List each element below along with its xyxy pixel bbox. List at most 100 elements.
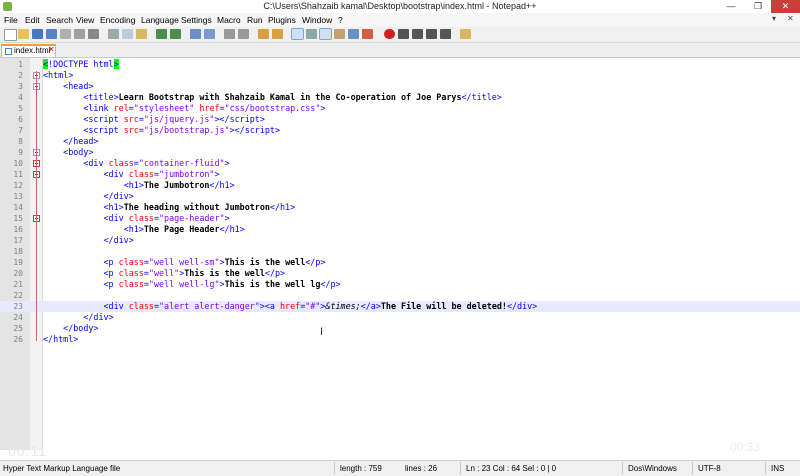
line-number: 14	[13, 203, 23, 212]
doc-close-icon[interactable]: ✕	[787, 14, 794, 23]
code-text: </html>	[43, 334, 79, 344]
code-text: </div>	[83, 312, 114, 322]
code-line[interactable]: 11 <div class="jumbotron">	[0, 169, 800, 180]
code-line[interactable]: 9 <body>	[0, 147, 800, 158]
code-line[interactable]: 24 </div>	[0, 312, 800, 323]
code-line[interactable]: 10 <div class="container-fluid">	[0, 158, 800, 169]
copy-icon[interactable]	[122, 29, 133, 39]
menu-file[interactable]: File	[4, 15, 18, 25]
close-all-icon[interactable]	[74, 29, 85, 39]
zoom-in-icon[interactable]	[224, 29, 235, 39]
line-number: 13	[13, 192, 23, 201]
code-text: <h1>The heading without Jumbotron</h1>	[103, 202, 296, 212]
code-line[interactable]: 5 <link rel="stylesheet" href="css/boots…	[0, 103, 800, 114]
user-language-icon[interactable]	[334, 29, 345, 39]
code-line[interactable]: 3 <head>	[0, 81, 800, 92]
save-all-icon[interactable]	[46, 29, 57, 39]
status-encoding: UTF-8	[698, 464, 721, 473]
code-line[interactable]: 17 </div>	[0, 235, 800, 246]
play-macro-icon[interactable]	[412, 29, 423, 39]
tab-close-icon[interactable]: ✕	[48, 45, 55, 54]
status-length: length : 759	[340, 464, 382, 473]
function-list-icon[interactable]	[362, 29, 373, 39]
line-number: 19	[13, 258, 23, 267]
indent-guide-icon[interactable]	[319, 28, 332, 40]
minimize-button[interactable]: —	[718, 0, 744, 13]
menu-macro[interactable]: Macro	[217, 15, 241, 25]
plugin-icon[interactable]	[460, 29, 471, 39]
code-text: <head>	[63, 81, 94, 91]
code-line[interactable]: 6 <script src="js/jquery.js"></script>	[0, 114, 800, 125]
toolbar	[0, 27, 800, 43]
line-number: 18	[13, 247, 23, 256]
code-text: <body>	[63, 147, 94, 157]
redo-icon[interactable]	[170, 29, 181, 39]
code-line[interactable]: 22	[0, 290, 800, 301]
play-multiple-icon[interactable]	[426, 29, 437, 39]
line-number: 5	[18, 104, 23, 113]
window-title: C:\Users\Shahzaib kamal\Desktop\bootstra…	[263, 1, 537, 11]
code-line[interactable]: 14 <h1>The heading without Jumbotron</h1…	[0, 202, 800, 213]
undo-icon[interactable]	[156, 29, 167, 39]
record-macro-icon[interactable]	[384, 29, 395, 39]
menu-plugins[interactable]: Plugins	[268, 15, 296, 25]
code-text: <p class="well well-sm">This is the well…	[103, 257, 326, 267]
menu-window[interactable]: Window	[302, 15, 332, 25]
line-number: 11	[13, 170, 23, 179]
code-line[interactable]: 2 <html>	[0, 70, 800, 81]
code-line[interactable]: 12 <h1>The Jumbotron</h1>	[0, 180, 800, 191]
current-code-line[interactable]: 23 <div class="alert alert-danger"><a hr…	[0, 301, 800, 312]
code-text: <title>Learn Bootstrap with Shahzaib Kam…	[83, 92, 502, 102]
doc-dropdown-icon[interactable]: ▾	[772, 14, 776, 23]
menu-edit[interactable]: Edit	[25, 15, 40, 25]
menu-search[interactable]: Search	[46, 15, 73, 25]
code-line[interactable]: 4 <title>Learn Bootstrap with Shahzaib K…	[0, 92, 800, 103]
menu-help[interactable]: ?	[338, 15, 343, 25]
code-line[interactable]: 18	[0, 246, 800, 257]
find-icon[interactable]	[190, 29, 201, 39]
menu-view[interactable]: View	[76, 15, 94, 25]
close-button[interactable]: ✕	[771, 0, 800, 13]
code-text: <script src="js/jquery.js"></script>	[83, 114, 265, 124]
code-line[interactable]: 16 <h1>The Page Header</h1>	[0, 224, 800, 235]
code-line[interactable]: 1 <!DOCTYPE html>	[0, 59, 800, 70]
close-file-icon[interactable]	[60, 29, 71, 39]
replace-icon[interactable]	[204, 29, 215, 39]
new-file-icon[interactable]	[4, 29, 17, 41]
menu-language[interactable]: Language	[141, 15, 179, 25]
code-line[interactable]: 21 <p class="well well-lg">This is the w…	[0, 279, 800, 290]
code-line[interactable]: 25 </body>	[0, 323, 800, 334]
cut-icon[interactable]	[108, 29, 119, 39]
zoom-out-icon[interactable]	[238, 29, 249, 39]
code-line[interactable]: 15 <div class="page-header">	[0, 213, 800, 224]
menu-settings[interactable]: Settings	[181, 15, 212, 25]
line-number: 24	[13, 313, 23, 322]
save-icon[interactable]	[32, 29, 43, 39]
word-wrap-icon[interactable]	[291, 28, 304, 40]
maximize-button[interactable]: ❐	[745, 0, 771, 13]
code-line[interactable]: 7 <script src="js/bootstrap.js"></script…	[0, 125, 800, 136]
open-file-icon[interactable]	[18, 29, 29, 39]
code-line[interactable]: 19 <p class="well well-sm">This is the w…	[0, 257, 800, 268]
doc-map-icon[interactable]	[348, 29, 359, 39]
sync-horizontal-icon[interactable]	[272, 29, 283, 39]
code-line[interactable]: 8 </head>	[0, 136, 800, 147]
code-line[interactable]: 26 </html>	[0, 334, 800, 345]
show-all-chars-icon[interactable]	[306, 29, 317, 39]
menu-encoding[interactable]: Encoding	[100, 15, 135, 25]
code-editor[interactable]: 1 <!DOCTYPE html> 2 <html> 3 <head> 4 <t…	[0, 58, 800, 450]
menu-run[interactable]: Run	[247, 15, 263, 25]
code-text: <div class="container-fluid">	[83, 158, 230, 168]
video-duration-overlay: 00:33	[730, 440, 761, 454]
save-macro-icon[interactable]	[440, 29, 451, 39]
tab-index-html[interactable]: index.html ✕	[1, 44, 56, 57]
code-text: <div class="page-header">	[103, 213, 230, 223]
print-icon[interactable]	[88, 29, 99, 39]
code-line[interactable]: 13 </div>	[0, 191, 800, 202]
sync-vertical-icon[interactable]	[258, 29, 269, 39]
stop-macro-icon[interactable]	[398, 29, 409, 39]
code-text: <p class="well well-lg">This is the well…	[103, 279, 341, 289]
code-line[interactable]: 20 <p class="well">This is the well</p>	[0, 268, 800, 279]
line-number: 8	[18, 137, 23, 146]
paste-icon[interactable]	[136, 29, 147, 39]
